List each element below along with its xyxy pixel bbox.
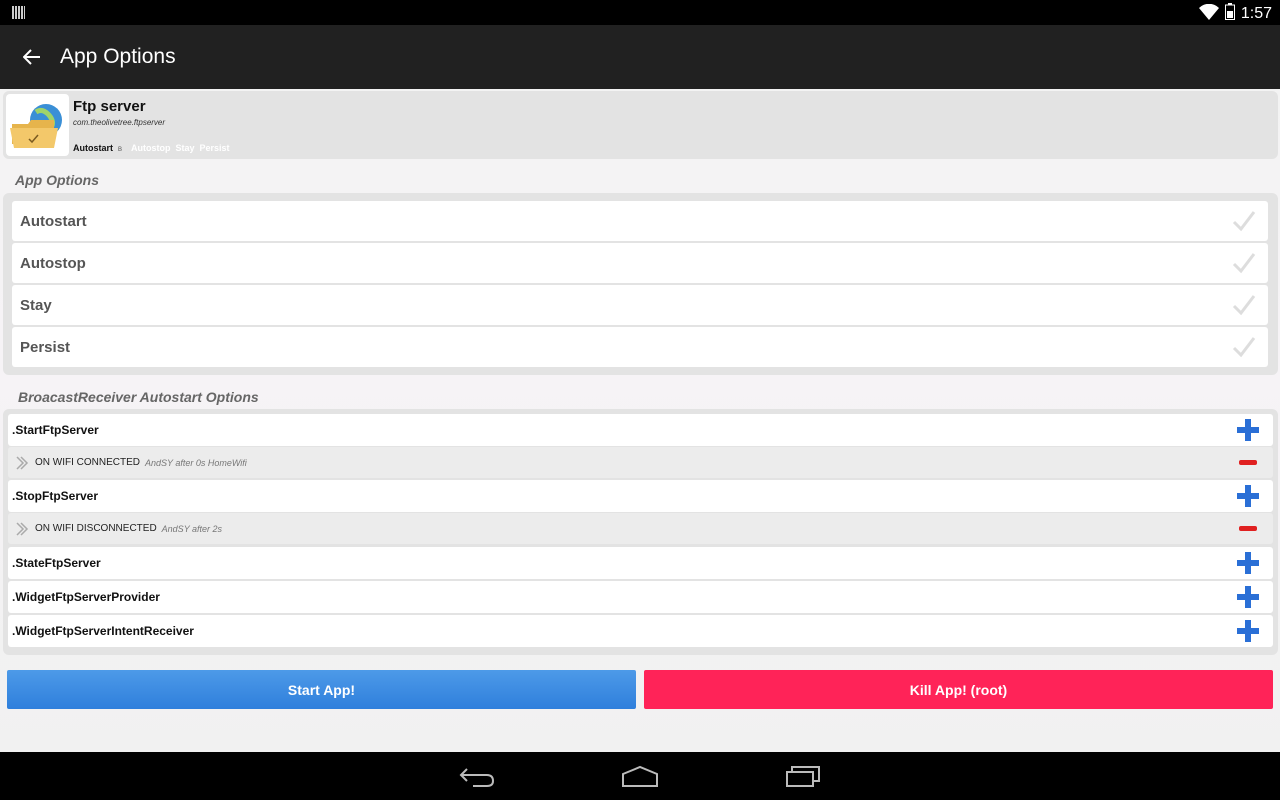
content: Ftp server com.theolivetree.ftpserver Au… bbox=[0, 89, 1280, 752]
option-persist[interactable]: Persist bbox=[12, 327, 1268, 367]
plus-icon[interactable] bbox=[1237, 419, 1259, 441]
receiver-row: .StopFtpServer bbox=[8, 480, 1273, 512]
plus-icon[interactable] bbox=[1237, 586, 1259, 608]
receiver-name: .WidgetFtpServerIntentReceiver bbox=[12, 624, 194, 638]
plus-icon[interactable] bbox=[1237, 552, 1259, 574]
app-options-list: Autostart Autostop Stay Persist bbox=[3, 193, 1278, 375]
receiver-row: .StateFtpServer bbox=[8, 547, 1273, 579]
battery-icon bbox=[1224, 3, 1235, 25]
app-name: Ftp server bbox=[73, 98, 146, 115]
flag-stay: Stay bbox=[175, 143, 195, 153]
receiver-row: .WidgetFtpServerProvider bbox=[8, 581, 1273, 613]
start-app-button[interactable]: Start App! bbox=[7, 670, 636, 709]
check-icon bbox=[1232, 253, 1256, 274]
navigation-bar bbox=[0, 752, 1280, 800]
receiver-name: .StopFtpServer bbox=[12, 489, 99, 503]
app-flags: Autostart B Autostop Stay Persist bbox=[73, 143, 230, 153]
receiver-name: .WidgetFtpServerProvider bbox=[12, 590, 160, 604]
home-icon[interactable] bbox=[621, 764, 659, 788]
plus-icon[interactable] bbox=[1237, 620, 1259, 642]
receiver-row: .StartFtpServer bbox=[8, 414, 1273, 446]
flag-autostop: Autostop bbox=[131, 143, 171, 153]
app-header: Ftp server com.theolivetree.ftpserver Au… bbox=[3, 91, 1278, 159]
option-label: Persist bbox=[20, 338, 71, 356]
app-icon bbox=[6, 94, 69, 156]
back-button[interactable] bbox=[0, 25, 64, 89]
check-icon bbox=[1232, 337, 1256, 358]
kill-app-button[interactable]: Kill App! (root) bbox=[644, 670, 1273, 709]
receiver-name: .StateFtpServer bbox=[12, 556, 101, 570]
check-icon bbox=[1232, 295, 1256, 316]
minus-icon[interactable] bbox=[1239, 460, 1257, 465]
app-package: com.theolivetree.ftpserver bbox=[73, 118, 166, 127]
flag-autostart-sup: B bbox=[118, 147, 123, 153]
trigger-event: ON WIFI CONNECTED bbox=[35, 457, 140, 468]
chevron-right-icon bbox=[16, 521, 29, 536]
trigger-row[interactable]: ON WIFI DISCONNECTED AndSY after 2s bbox=[8, 513, 1273, 544]
plus-icon[interactable] bbox=[1237, 485, 1259, 507]
trigger-detail: AndSY after 2s bbox=[161, 523, 223, 534]
trigger-event: ON WIFI DISCONNECTED bbox=[35, 523, 157, 534]
option-label: Stay bbox=[20, 296, 52, 314]
receivers-list: .StartFtpServer ON WIFI CONNECTED AndSY … bbox=[3, 409, 1278, 655]
option-label: Autostart bbox=[20, 212, 87, 230]
status-bar: 1:57 bbox=[0, 0, 1280, 25]
page-title: App Options bbox=[60, 45, 176, 68]
notification-icon bbox=[12, 6, 25, 24]
flag-persist: Persist bbox=[199, 143, 230, 153]
option-autostart[interactable]: Autostart bbox=[12, 201, 1268, 241]
recent-apps-icon[interactable] bbox=[785, 764, 821, 788]
trigger-detail: AndSY after 0s HomeWifi bbox=[145, 457, 247, 468]
action-bar: App Options bbox=[0, 25, 1280, 89]
check-icon bbox=[1232, 211, 1256, 232]
option-stay[interactable]: Stay bbox=[12, 285, 1268, 325]
trigger-row[interactable]: ON WIFI CONNECTED AndSY after 0s HomeWif… bbox=[8, 447, 1273, 478]
back-nav-icon[interactable] bbox=[459, 764, 495, 788]
chevron-right-icon bbox=[16, 455, 29, 470]
minus-icon[interactable] bbox=[1239, 526, 1257, 531]
flag-autostart: Autostart bbox=[73, 143, 113, 153]
app-options-header: App Options bbox=[15, 172, 99, 188]
receivers-header: BroacastReceiver Autostart Options bbox=[18, 389, 259, 405]
receiver-row: .WidgetFtpServerIntentReceiver bbox=[8, 615, 1273, 647]
status-time: 1:57 bbox=[1240, 5, 1272, 22]
wifi-icon bbox=[1198, 3, 1219, 25]
option-label: Autostop bbox=[20, 254, 86, 272]
option-autostop[interactable]: Autostop bbox=[12, 243, 1268, 283]
arrow-left-icon bbox=[23, 49, 40, 65]
receiver-name: .StartFtpServer bbox=[12, 423, 99, 437]
